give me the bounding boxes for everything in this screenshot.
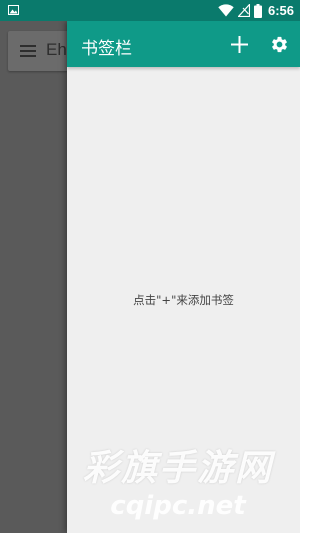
status-icons: 6:56 [218,2,294,19]
plus-icon [230,35,248,53]
settings-button[interactable] [268,33,290,55]
app-screen: 6:56 Eh 书签栏 点击"+"来添加书签 彩旗手游网 cqipc.net [0,0,300,533]
menu-icon [20,45,36,57]
background-title: Eh [46,40,67,59]
bookmarks-drawer: 书签栏 点击"+"来添加书签 [67,21,300,533]
battery-icon [253,3,262,18]
image-icon [8,5,19,15]
add-bookmark-button[interactable] [228,33,250,55]
no-signal-icon [237,4,250,17]
drawer-toolbar: 书签栏 [67,21,300,67]
clock: 6:56 [267,3,294,18]
status-bar: 6:56 [0,0,300,21]
drawer-title: 书签栏 [81,39,132,59]
wifi-icon [218,4,234,17]
empty-bookmarks-hint: 点击"+"来添加书签 [133,293,234,307]
gear-icon [271,36,287,52]
